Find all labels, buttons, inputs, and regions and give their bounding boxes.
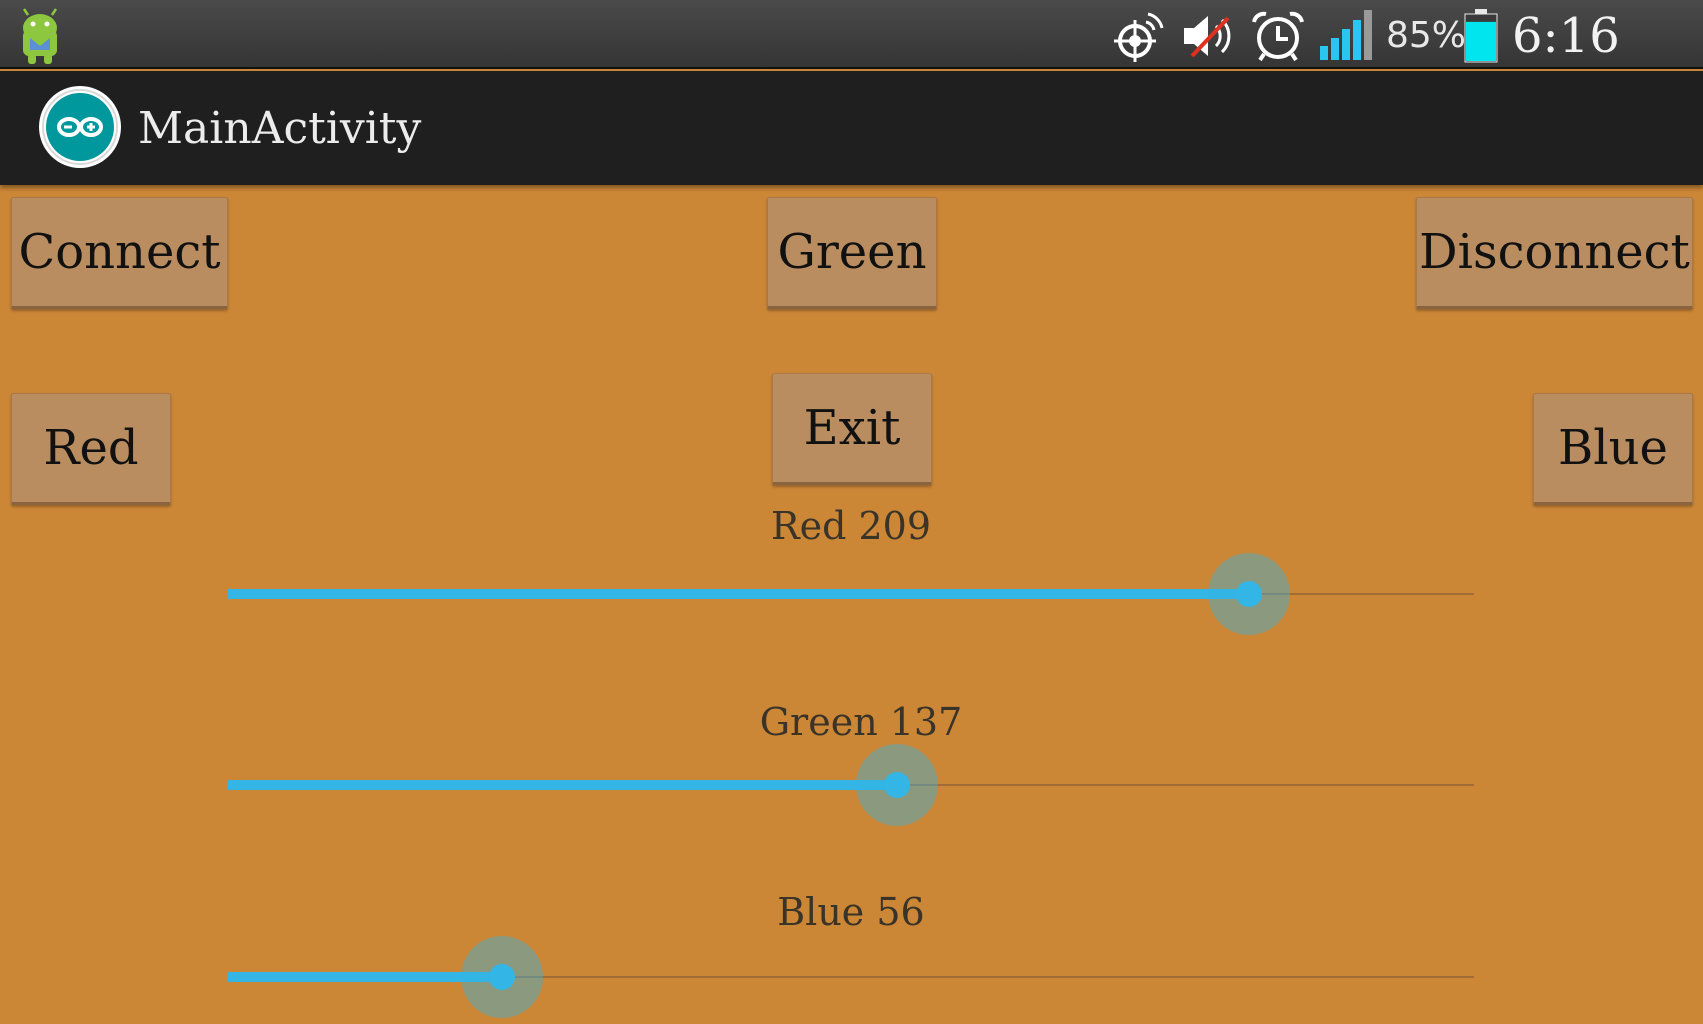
battery-percent: 85%: [1386, 15, 1467, 56]
signal-strength-icon: [1320, 10, 1372, 60]
slider-thumb[interactable]: [488, 964, 515, 990]
status-bar: 85% 6:16 PM: [0, 0, 1703, 120]
red-button[interactable]: Red: [11, 393, 171, 505]
green-slider[interactable]: [228, 740, 1474, 830]
slider-progress: [228, 780, 898, 790]
red-slider-label: Red 209: [770, 504, 932, 548]
alarm-clock-icon: [1252, 11, 1304, 62]
exit-button[interactable]: Exit: [772, 373, 932, 485]
android-debug-icon: [22, 8, 58, 64]
blue-slider-label: Blue 56: [777, 890, 925, 934]
disconnect-button[interactable]: Disconnect: [1416, 197, 1693, 309]
gps-icon: [1114, 12, 1164, 62]
green-button[interactable]: Green: [767, 197, 937, 309]
arduino-logo-icon: [39, 86, 121, 168]
slider-progress: [228, 589, 1250, 599]
connect-button[interactable]: Connect: [11, 197, 228, 309]
app-title: MainActivity: [138, 103, 422, 154]
blue-slider[interactable]: [228, 932, 1474, 1022]
red-slider[interactable]: [228, 549, 1474, 639]
blue-button[interactable]: Blue: [1533, 393, 1693, 505]
green-slider-label: Green 137: [759, 700, 963, 744]
mute-icon: [1184, 16, 1231, 58]
action-bar: MainActivity: [0, 71, 1703, 185]
battery-icon: [1464, 9, 1498, 63]
